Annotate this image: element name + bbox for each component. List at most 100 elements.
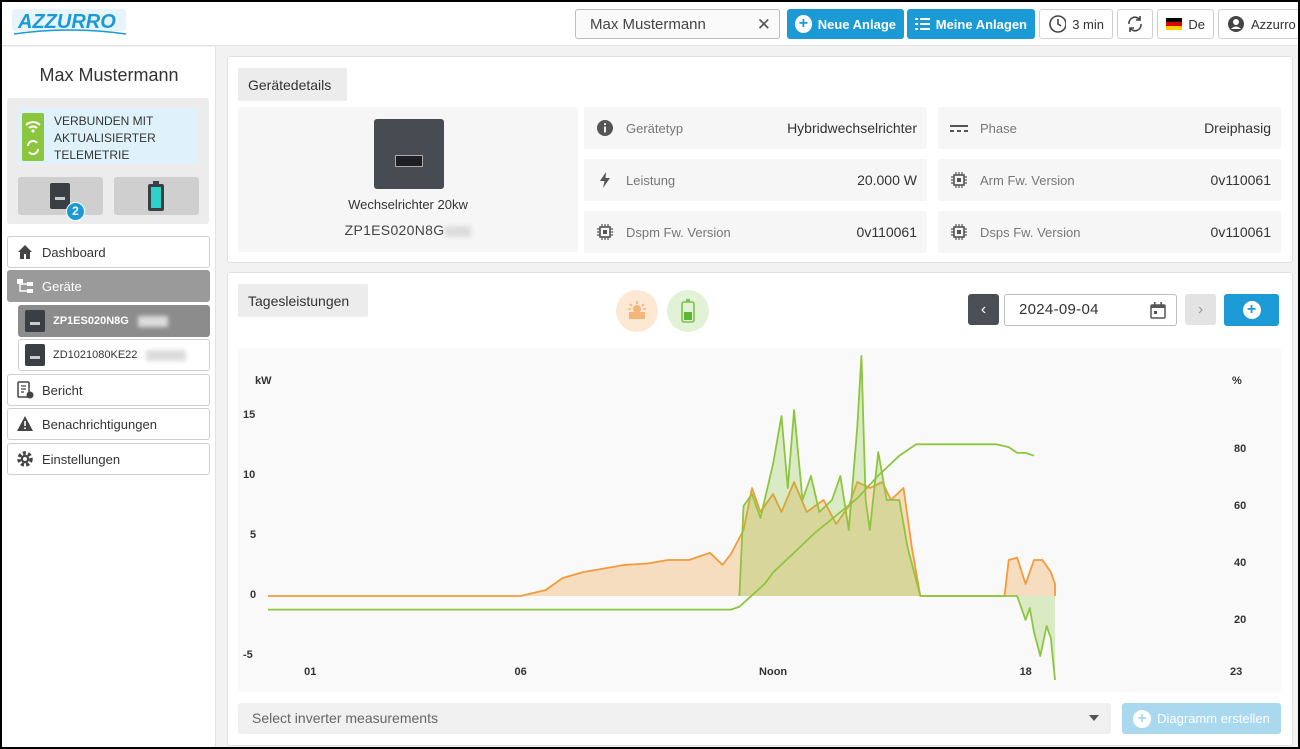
my-plants-label: Meine Anlagen: [935, 16, 1027, 32]
battery-mode-button[interactable]: [667, 290, 709, 332]
spec-power: Leistung 20.000 W: [584, 159, 927, 201]
spec-value: 0v110061: [1210, 224, 1271, 240]
spec-value: Dreiphasig: [1204, 120, 1271, 136]
add-chart-button[interactable]: +: [1224, 294, 1279, 326]
caret-down-icon: [1089, 715, 1099, 721]
create-chart-label: Diagramm erstellen: [1157, 711, 1270, 726]
sync-icon: [1128, 16, 1142, 32]
search-input[interactable]: Max Mustermann ✕: [575, 9, 780, 39]
nav-device-inverter-label: ZP1ES020N8G: [53, 315, 129, 327]
redacted-serial: [137, 315, 168, 327]
spec-label: Arm Fw. Version: [980, 172, 1075, 188]
device-serial: ZP1ES020N8G: [238, 222, 578, 238]
sun-panel-icon: [628, 301, 646, 319]
series-area: [268, 482, 1056, 596]
device-summary: Wechselrichter 20kw ZP1ES020N8G: [238, 107, 578, 252]
top-bar: AZZURRO Max Mustermann ✕ + Neue Anlage M…: [2, 2, 1298, 46]
spec-device-type: Gerätetyp Hybridwechselrichter: [584, 107, 927, 149]
chip-icon: [597, 224, 613, 240]
nav-report[interactable]: Bericht: [7, 374, 210, 406]
list-icon: [915, 18, 930, 30]
nav-settings[interactable]: Einstellungen: [7, 443, 210, 475]
nav-device-battery[interactable]: ZD1021080KE22: [18, 339, 210, 371]
spec-value: 20.000 W: [857, 172, 917, 188]
german-flag-icon: [1166, 18, 1183, 30]
azzurro-logo: AZZURRO: [12, 9, 127, 35]
nav-notifications[interactable]: Benachrichtigungen: [7, 408, 210, 440]
chart-plot: [268, 355, 1056, 681]
new-plant-button[interactable]: + Neue Anlage: [787, 9, 904, 39]
connection-status: VERBUNDEN MIT AKTUALISIERTER TELEMETRIE: [18, 108, 198, 164]
user-icon: [1228, 16, 1244, 32]
nav-dashboard[interactable]: Dashboard: [7, 236, 210, 268]
spec-label: Leistung: [626, 172, 676, 188]
gear-icon: [17, 451, 33, 467]
chevron-left-icon: ‹: [980, 300, 987, 318]
spec-label: Dspm Fw. Version: [626, 224, 731, 240]
nav-device-inverter[interactable]: ZP1ES020N8G: [18, 305, 210, 337]
pv-mode-button[interactable]: [616, 290, 658, 332]
sidebar: Max Mustermann VERBUNDEN MIT AKTUALISIER…: [2, 47, 216, 747]
nav-notifications-label: Benachrichtigungen: [42, 416, 157, 432]
hierarchy-icon: [17, 279, 33, 293]
bolt-icon: [600, 172, 610, 188]
sync-button[interactable]: [1117, 9, 1153, 39]
redacted-serial: [146, 349, 187, 361]
nav-settings-label: Einstellungen: [42, 451, 121, 467]
spec-value: 0v110061: [1210, 172, 1271, 188]
app-window: AZZURRO Max Mustermann ✕ + Neue Anlage M…: [0, 0, 1300, 749]
device-count-badge: 2: [66, 202, 85, 221]
spec-value: Hybridwechselrichter: [787, 120, 917, 136]
language-label: De: [1188, 16, 1205, 32]
plus-icon: +: [1242, 301, 1261, 319]
nav-device-battery-label: ZD1021080KE22: [53, 349, 138, 361]
device-name: Wechselrichter 20kw: [348, 197, 468, 212]
account-button[interactable]: Azzurro: [1218, 9, 1298, 39]
inverter-icon: [25, 310, 45, 332]
search-input-value: Max Mustermann: [590, 16, 706, 33]
previous-day-button[interactable]: ‹: [968, 294, 999, 325]
plus-icon: +: [795, 15, 812, 33]
date-picker[interactable]: 2024-09-04: [1004, 294, 1177, 326]
spec-label: Gerätetyp: [626, 120, 684, 136]
spec-label: Dsps Fw. Version: [980, 224, 1081, 240]
create-chart-button[interactable]: + Diagramm erstellen: [1122, 703, 1281, 734]
daily-power-chart: kW % 15 10 5 0 -5 80 60 40 20 01 06 Noon 18 23: [238, 348, 1281, 692]
connection-status-text: VERBUNDEN MIT AKTUALISIERTER TELEMETRIE: [54, 114, 156, 162]
device-details-title: Gerätedetails: [238, 68, 347, 101]
nav-dashboard-label: Dashboard: [42, 244, 106, 260]
close-icon[interactable]: ✕: [757, 15, 771, 35]
calendar-icon[interactable]: [1150, 302, 1166, 319]
inverter-tile[interactable]: [18, 177, 103, 215]
info-icon: [597, 120, 613, 136]
spec-value: 0v110061: [856, 224, 917, 240]
spec-phase: Phase Dreiphasig: [938, 107, 1281, 149]
user-name: Max Mustermann: [39, 65, 179, 85]
plus-icon: +: [1133, 709, 1152, 728]
measurement-select[interactable]: Select inverter measurements: [238, 703, 1111, 734]
nav-devices-label: Geräte: [42, 278, 82, 294]
refresh-interval-button[interactable]: 3 min: [1039, 9, 1113, 39]
battery-icon: [681, 299, 695, 323]
timer-icon: [1049, 15, 1067, 33]
daily-performance-title: Tagesleistungen: [238, 284, 368, 317]
daily-performance-card: Tagesleistungen ‹ 2024-09-04 › + kW % 15…: [227, 272, 1293, 746]
chevron-right-icon: ›: [1197, 300, 1204, 318]
date-value: 2024-09-04: [1019, 301, 1099, 318]
my-plants-button[interactable]: Meine Anlagen: [907, 9, 1035, 39]
language-button[interactable]: De: [1157, 9, 1214, 39]
spec-label: Phase: [980, 120, 1017, 136]
battery-icon: [148, 181, 164, 211]
measurement-select-placeholder: Select inverter measurements: [252, 710, 438, 726]
nav-report-label: Bericht: [42, 382, 83, 398]
refresh-interval-label: 3 min: [1072, 16, 1104, 32]
next-day-button[interactable]: ›: [1185, 294, 1216, 325]
home-icon: [18, 245, 32, 259]
spec-dsps-fw: Dsps Fw. Version 0v110061: [938, 211, 1281, 253]
report-icon: [17, 381, 34, 399]
nav-devices[interactable]: Geräte: [7, 270, 210, 302]
inverter-image: [374, 119, 444, 189]
series-area: [739, 356, 1056, 680]
spec-arm-fw: Arm Fw. Version 0v110061: [938, 159, 1281, 201]
battery-tile[interactable]: [114, 177, 199, 215]
